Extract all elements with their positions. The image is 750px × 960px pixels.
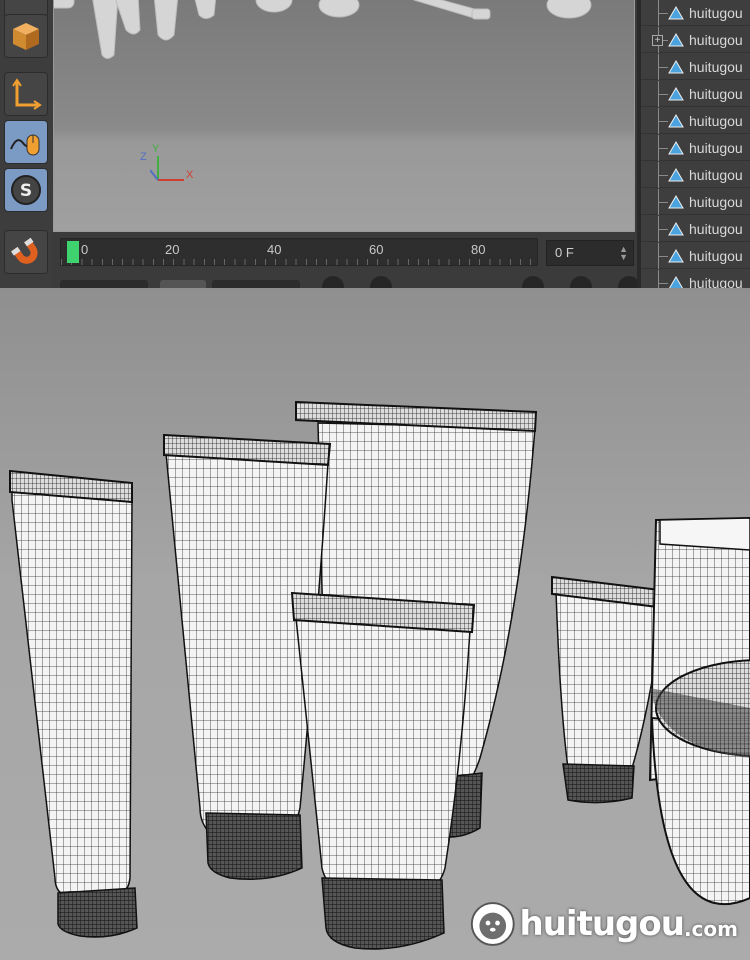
last-frame-icon[interactable] [570, 276, 592, 288]
object-row[interactable]: huitugou [641, 216, 750, 242]
object-name: huitugou [689, 140, 743, 156]
timeline-tick-label: 0 [81, 242, 89, 257]
timeline-tick-label: 20 [165, 242, 180, 257]
tube-front [290, 591, 476, 950]
watermark-brand: huitugou [519, 904, 685, 944]
object-row[interactable]: huitugou [641, 243, 750, 269]
object-name: huitugou [689, 86, 743, 102]
tube-left [9, 469, 138, 938]
mouse-icon [10, 134, 40, 156]
next-key-icon[interactable] [522, 276, 544, 288]
polygon-object-icon [668, 33, 684, 47]
cinema4d-interface: S Z Y X 0 20 40 60 80 0 F ▲ ▼ huitugou +… [0, 0, 750, 288]
timeline-ruler[interactable]: 0 20 40 60 80 [60, 238, 538, 266]
wireframe-scene [9, 400, 750, 950]
mouse-tool-button[interactable] [4, 120, 48, 164]
object-row[interactable]: huitugou [641, 0, 750, 26]
polygon-object-icon [668, 114, 684, 128]
cube-tool-button[interactable] [4, 14, 48, 58]
current-frame-value: 0 F [555, 245, 574, 260]
object-row[interactable]: + huitugou [641, 27, 750, 53]
max-frame-field[interactable] [212, 280, 300, 288]
object-row[interactable]: huitugou [641, 270, 750, 288]
timeline-tick-label: 60 [369, 242, 384, 257]
object-name: huitugou [689, 59, 743, 75]
object-name: huitugou [689, 275, 743, 288]
min-frame-field[interactable] [60, 280, 148, 288]
polygon-object-icon [668, 6, 684, 20]
polygon-object-icon [668, 168, 684, 182]
object-name: huitugou [689, 221, 743, 237]
viewport-models [54, 0, 592, 59]
first-frame-icon[interactable] [322, 276, 344, 288]
prev-frame-icon[interactable] [396, 276, 418, 288]
axis-tool-button[interactable] [4, 72, 48, 116]
svg-text:S: S [20, 181, 32, 201]
jar-right [650, 659, 750, 906]
polygon-object-icon [668, 141, 684, 155]
magnet-icon [11, 237, 38, 264]
axis-z-label: Z [140, 151, 147, 163]
object-row[interactable]: huitugou [641, 135, 750, 161]
object-row[interactable]: huitugou [641, 162, 750, 188]
magnet-tool-button[interactable] [4, 230, 48, 274]
watermark-suffix: .com [683, 917, 738, 941]
preview-range-button[interactable] [160, 280, 206, 288]
object-manager: huitugou + huitugou huitugou huitugou hu… [641, 0, 750, 288]
cube-icon [13, 23, 39, 50]
polygon-object-icon [668, 60, 684, 74]
wireframe-render [0, 288, 750, 960]
timeline-tick-label: 40 [267, 242, 282, 257]
axis-icon [12, 78, 42, 110]
timeline-playhead[interactable] [67, 241, 79, 263]
next-frame-icon[interactable] [480, 276, 502, 288]
3d-viewport[interactable]: Z Y X [53, 0, 635, 232]
object-row[interactable]: huitugou [641, 189, 750, 215]
object-name: huitugou [689, 194, 743, 210]
polygon-object-icon [668, 222, 684, 236]
axis-gizmo-icon [150, 156, 184, 181]
polygon-object-icon [668, 249, 684, 263]
frame-spinner-icon[interactable]: ▲ ▼ [619, 245, 628, 262]
play-icon[interactable] [442, 276, 464, 288]
timeline-ticks [61, 259, 537, 265]
object-name: huitugou [689, 32, 743, 48]
object-row[interactable]: huitugou [641, 108, 750, 134]
prev-key-icon[interactable] [370, 276, 392, 288]
object-name: huitugou [689, 5, 743, 21]
playback-controls [60, 274, 640, 288]
current-frame-field[interactable]: 0 F ▲ ▼ [546, 240, 634, 266]
object-name: huitugou [689, 167, 743, 183]
object-name: huitugou [689, 113, 743, 129]
expand-icon[interactable]: + [652, 35, 663, 46]
left-toolbar: S [0, 0, 52, 288]
snap-icon: S [11, 175, 41, 205]
polygon-object-icon [668, 195, 684, 209]
object-row[interactable]: huitugou [641, 54, 750, 80]
timeline-tick-label: 80 [471, 242, 486, 257]
polygon-object-icon [668, 87, 684, 101]
snap-tool-button[interactable]: S [4, 168, 48, 212]
watermark-logo-icon [470, 902, 515, 946]
watermark: huitugou .com [468, 896, 738, 952]
object-name: huitugou [689, 248, 743, 264]
polygon-object-icon [669, 276, 683, 288]
object-row[interactable]: huitugou [641, 81, 750, 107]
